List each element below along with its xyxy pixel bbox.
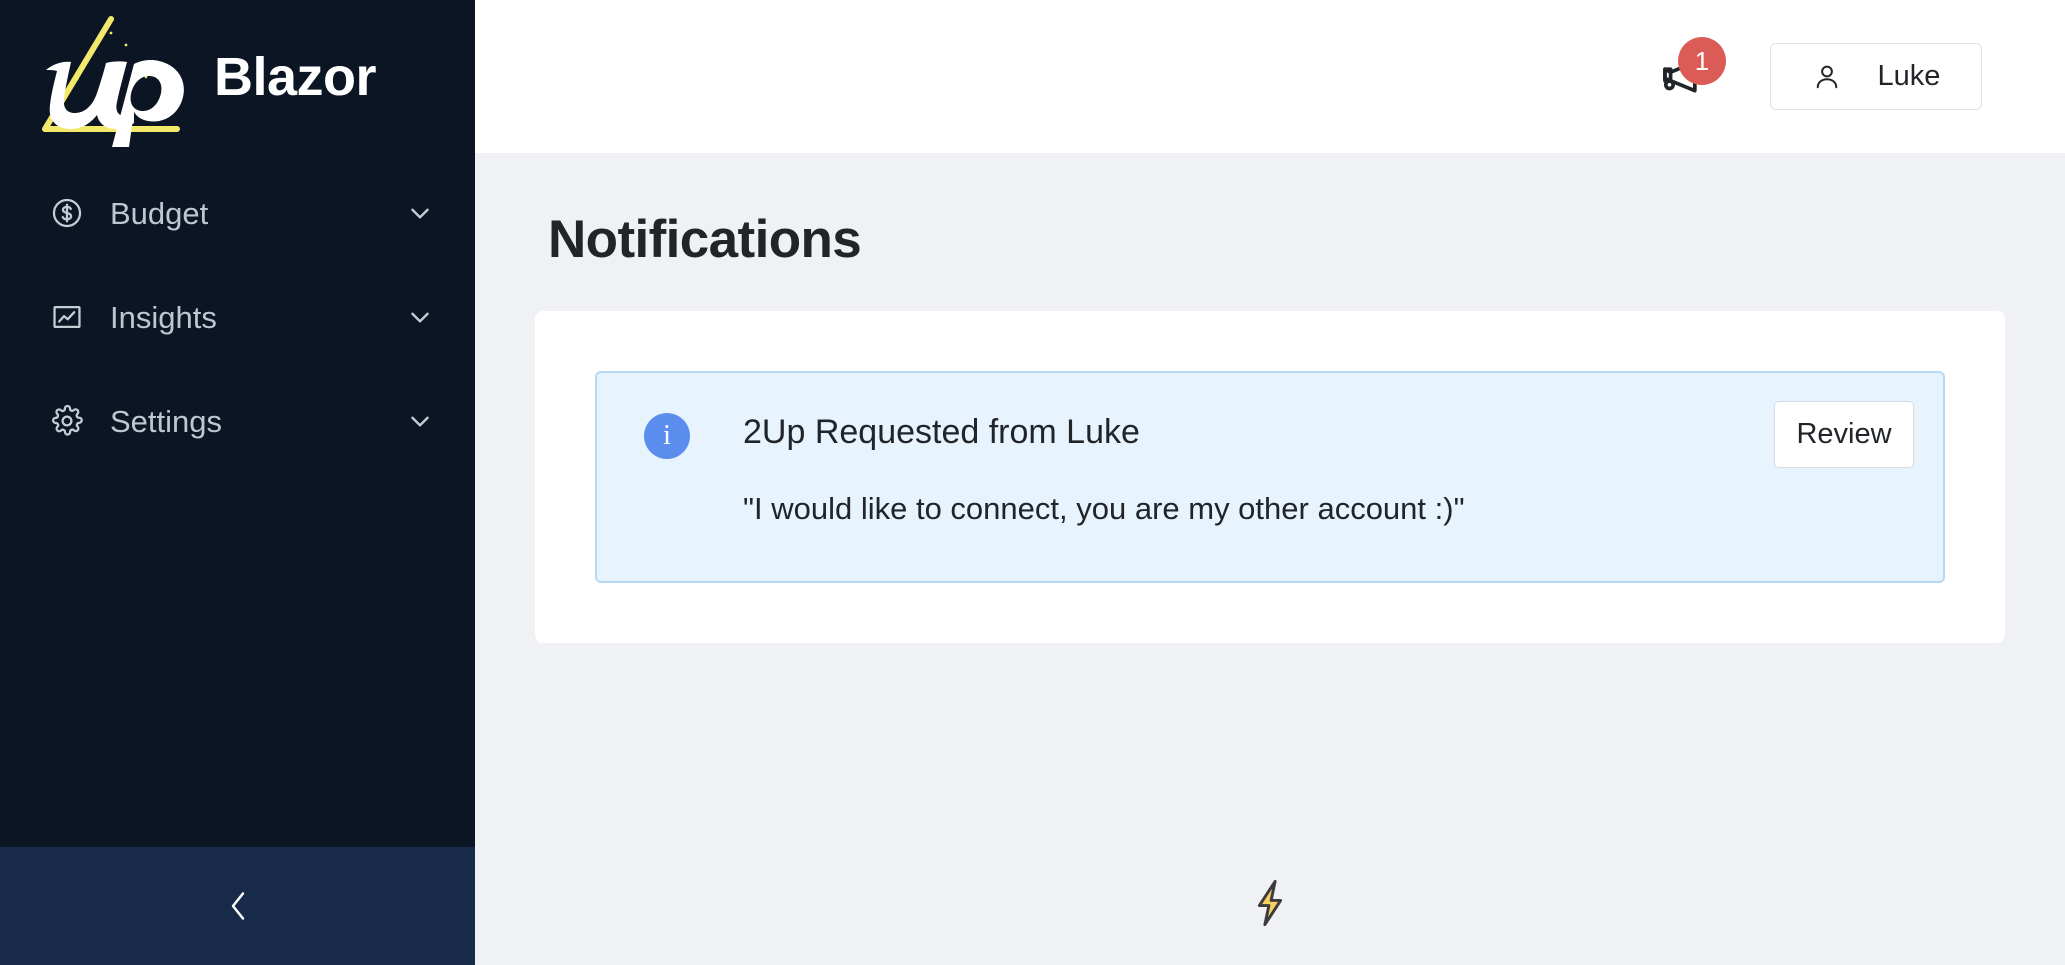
up-triangle-logo [22,7,200,147]
chevron-down-icon[interactable] [407,200,433,226]
footer-bolt [475,877,2065,929]
notifications-card: i 2Up Requested from Luke "I would like … [535,311,2005,644]
user-menu-button[interactable]: Luke [1770,43,1982,110]
main-area: 1 Luke Notifications i 2Up Requested fro… [475,0,2065,965]
sidebar-item-insights[interactable]: Insights [0,287,475,347]
info-circle-icon: i [644,413,690,460]
page-title: Notifications [548,210,862,269]
notification-message: "I would like to connect, you are my oth… [743,491,1465,527]
brand[interactable]: Blazor [0,0,475,153]
chevron-down-icon[interactable] [407,408,433,434]
notification-body: 2Up Requested from Luke "I would like to… [743,407,1903,581]
announcements-badge: 1 [1678,36,1726,85]
user-name: Luke [1877,60,1941,92]
page-content: Notifications i 2Up Requested from Luke … [475,153,2065,965]
sidebar-item-budget[interactable]: Budget [0,183,475,243]
sidebar-item-label: Budget [110,195,209,231]
sidebar-item-settings[interactable]: Settings [0,391,475,451]
app-root: Blazor Budget Insights Settings 1 Luke N… [0,0,2065,965]
chevron-down-icon[interactable] [407,304,433,330]
review-button[interactable]: Review [1774,401,1914,469]
dollar-circle-icon [50,196,84,230]
person-icon [1812,62,1842,92]
announcements-button[interactable]: 1 [1658,36,1726,103]
sidebar-item-label: Insights [110,299,217,335]
topbar: 1 Luke [475,0,2065,153]
line-chart-icon [50,300,84,334]
sidebar-collapse-button[interactable] [0,847,475,965]
brand-name: Blazor [214,46,377,107]
gear-icon [50,404,84,438]
chevron-left-icon [223,887,253,925]
sidebar-nav: Budget Insights Settings [0,153,475,847]
sidebar-item-label: Settings [110,403,223,439]
sidebar: Blazor Budget Insights Settings [0,0,475,965]
lightning-bolt-icon [1248,877,1292,929]
notification-item: i 2Up Requested from Luke "I would like … [595,371,1945,584]
notification-title: 2Up Requested from Luke [743,413,1140,452]
